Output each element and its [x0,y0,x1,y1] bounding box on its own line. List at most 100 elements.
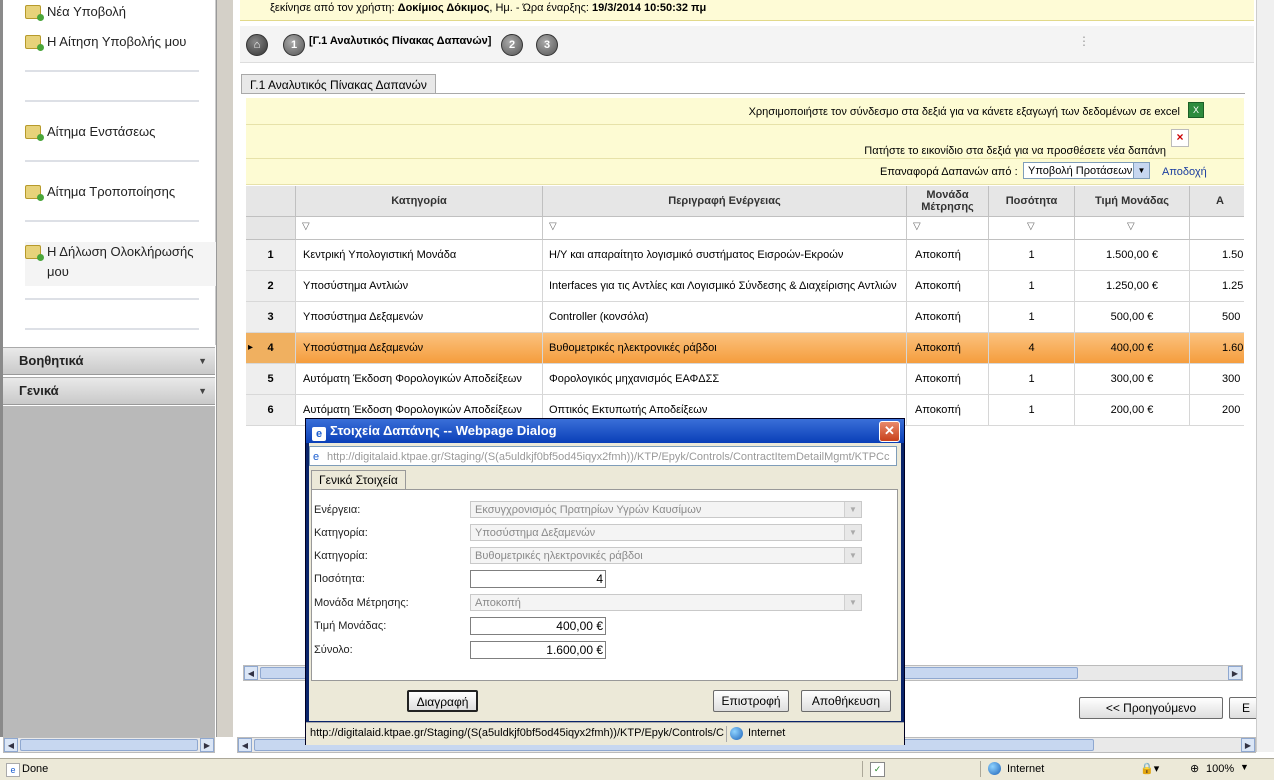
excel-export-icon[interactable]: X [1188,102,1204,118]
more-dots-icon[interactable]: ⋮ [1078,34,1090,48]
browser-status-bar: e Done ✓ Internet 🔒▾ ⊕ 100% ▼ [0,758,1274,780]
cell-quantity: 1 [989,240,1075,270]
chevron-down-icon[interactable]: ▼ [1133,163,1149,178]
sidebar-section-helpers[interactable]: Βοηθητικά ▼ [3,347,215,375]
zoom-icon[interactable]: ⊕ [1190,762,1199,775]
cell-unit: Αποκοπή [907,302,989,332]
filter-description[interactable]: ▽ [543,217,907,240]
main-vertical-scrollbar[interactable] [1256,0,1274,752]
table-row[interactable]: 2 Υποσύστημα Αντλιών Interfaces για τις Αν… [246,271,1244,302]
step-3-button[interactable]: 3 [536,34,558,56]
sidebar-item-new-submission[interactable]: Νέα Υποβολή [25,2,215,22]
col-header-description[interactable]: Περιγραφή Ενέργειας [543,186,907,217]
col-header-unit[interactable]: Μονάδα Μέτρησης [907,186,989,217]
delete-button[interactable]: Διαγραφή [407,690,478,712]
filter-total[interactable] [1190,217,1244,240]
folder-icon [25,125,44,141]
filter-icon[interactable]: ▽ [1127,221,1135,232]
tab-general-details[interactable]: Γενικά Στοιχεία [311,470,406,490]
filter-icon[interactable]: ▽ [302,221,310,232]
filter-quantity[interactable]: ▽ [989,217,1075,240]
chevron-down-icon: ▼ [198,386,207,396]
info-datetime: 19/3/2014 10:50:32 πμ [592,2,707,14]
tab-expense-table[interactable]: Γ.1 Αναλυτικός Πίνακας Δαπανών [241,74,436,94]
cell-unit: Αποκοπή [907,333,989,363]
cell-description: Controller (κονσόλα) [543,302,907,332]
step-1-label[interactable]: [Γ.1 Αναλυτικός Πίνακας Δαπανών] [309,35,491,47]
subcategory-label: Κατηγορία: [314,550,368,562]
col-header-quantity[interactable]: Ποσότητα [989,186,1075,217]
scroll-right-icon[interactable]: ▶ [1228,666,1242,680]
cell-description: Βυθομετρικές ηλεκτρονικές ράβδοι [543,333,907,363]
cell-total: 1.25 [1190,271,1244,301]
scrollbar-thumb[interactable] [20,739,198,751]
home-lock-icon[interactable]: ⌂ [246,34,268,56]
action-label: Ενέργεια: [314,504,361,516]
scroll-left-icon[interactable]: ◀ [244,666,258,680]
total-label: Σύνολο: [314,644,353,656]
globe-icon [730,727,743,740]
scroll-left-icon[interactable]: ◀ [238,738,252,752]
chevron-down-icon[interactable]: ▼ [1240,762,1249,772]
cell-quantity: 1 [989,364,1075,394]
folder-icon [25,245,44,261]
sidebar-item-my-application[interactable]: Η Αίτηση Υποβολής μου [25,32,215,52]
sidebar-horizontal-scrollbar[interactable]: ◀ ▶ [3,737,215,753]
info-prefix: ξεκίνησε από τον χρήστη: [270,2,395,14]
col-header-unit-price[interactable]: Τιμή Μονάδας [1075,186,1190,217]
export-row: Χρησιμοποιήστε τον σύνδεσμο στα δεξιά γι… [246,98,1244,125]
filter-unit[interactable]: ▽ [907,217,989,240]
restore-source-select[interactable]: Υποβολή Προτάσεων ▼ [1023,162,1150,179]
quantity-input[interactable]: 4 [470,570,606,588]
add-expense-icon[interactable]: × [1171,129,1189,147]
step-1-button[interactable]: 1 [283,34,305,56]
expense-grid: Κατηγορία Περιγραφή Ενέργειας Μονάδα Μέτ… [246,186,1244,430]
sidebar-item-modification[interactable]: Αίτημα Τροποποίησης [25,182,215,202]
zoom-level[interactable]: 100% [1206,763,1234,775]
dialog-titlebar[interactable]: e Στοιχεία Δαπάνης -- Webpage Dialog ✕ [306,419,904,443]
cell-unit: Αποκοπή [907,395,989,425]
restore-row: Επαναφορά Δαπανών από : Υποβολή Προτάσεω… [246,159,1244,185]
previous-button[interactable]: << Προηγούμενο [1079,697,1223,719]
back-button[interactable]: Επιστροφή [713,690,789,712]
scroll-left-icon[interactable]: ◀ [4,738,18,752]
filter-unit-price[interactable]: ▽ [1075,217,1190,240]
accept-link[interactable]: Αποδοχή [1162,166,1207,178]
row-number: 5 [246,364,296,394]
filter-icon[interactable]: ▽ [913,221,921,232]
unit-price-input[interactable]: 400,00 € [470,617,606,635]
sidebar-item-completion[interactable]: Η Δήλωση Ολοκλήρωσής μου [25,242,219,286]
cell-category: Αυτόματη Έκδοση Φορολογικών Αποδείξεων [296,364,543,394]
filter-category[interactable]: ▽ [296,217,543,240]
close-icon[interactable]: ✕ [879,421,900,442]
unit-label: Μονάδα Μέτρησης: [314,597,409,609]
status-divider [862,761,863,777]
col-header-category[interactable]: Κατηγορία [296,186,543,217]
table-row[interactable]: ▸ 4 Υποσύστημα Δεξαμενών Βυθομετρικές ηλεκτ… [246,333,1244,364]
cell-quantity: 1 [989,302,1075,332]
cell-quantity: 1 [989,395,1075,425]
lock-icon[interactable]: 🔒▾ [1140,762,1159,775]
sidebar-separator [25,100,199,102]
save-button[interactable]: Αποθήκευση [801,690,891,712]
row-number: 2 [246,271,296,301]
col-header-total[interactable]: Α [1190,186,1244,217]
ie-page-icon: e [313,451,320,463]
pane-splitter[interactable] [216,0,233,737]
table-row[interactable]: 5 Αυτόματη Έκδοση Φορολογικών Αποδείξεων Φ… [246,364,1244,395]
scroll-right-icon[interactable]: ▶ [200,738,214,752]
sidebar-separator [25,298,199,300]
sidebar-section-general[interactable]: Γενικά ▼ [3,377,215,405]
filter-icon[interactable]: ▽ [1027,221,1035,232]
scroll-right-icon[interactable]: ▶ [1241,738,1255,752]
restore-label: Επαναφορά Δαπανών από : [880,166,1018,178]
table-row[interactable]: 1 Κεντρική Υπολογιστική Μονάδα Η/Υ και απα… [246,240,1244,271]
table-row[interactable]: 3 Υποσύστημα Δεξαμενών Controller (κονσόλα… [246,302,1244,333]
cell-unit-price: 300,00 € [1075,364,1190,394]
cell-unit-price: 500,00 € [1075,302,1190,332]
sidebar-menu-panel: Νέα Υποβολή Η Αίτηση Υποβολής μου Αίτημα… [3,0,219,345]
sidebar-item-objection[interactable]: Αίτημα Ενστάσεως [25,122,215,142]
step-2-button[interactable]: 2 [501,34,523,56]
chevron-down-icon: ▼ [844,595,861,610]
filter-icon[interactable]: ▽ [549,221,557,232]
